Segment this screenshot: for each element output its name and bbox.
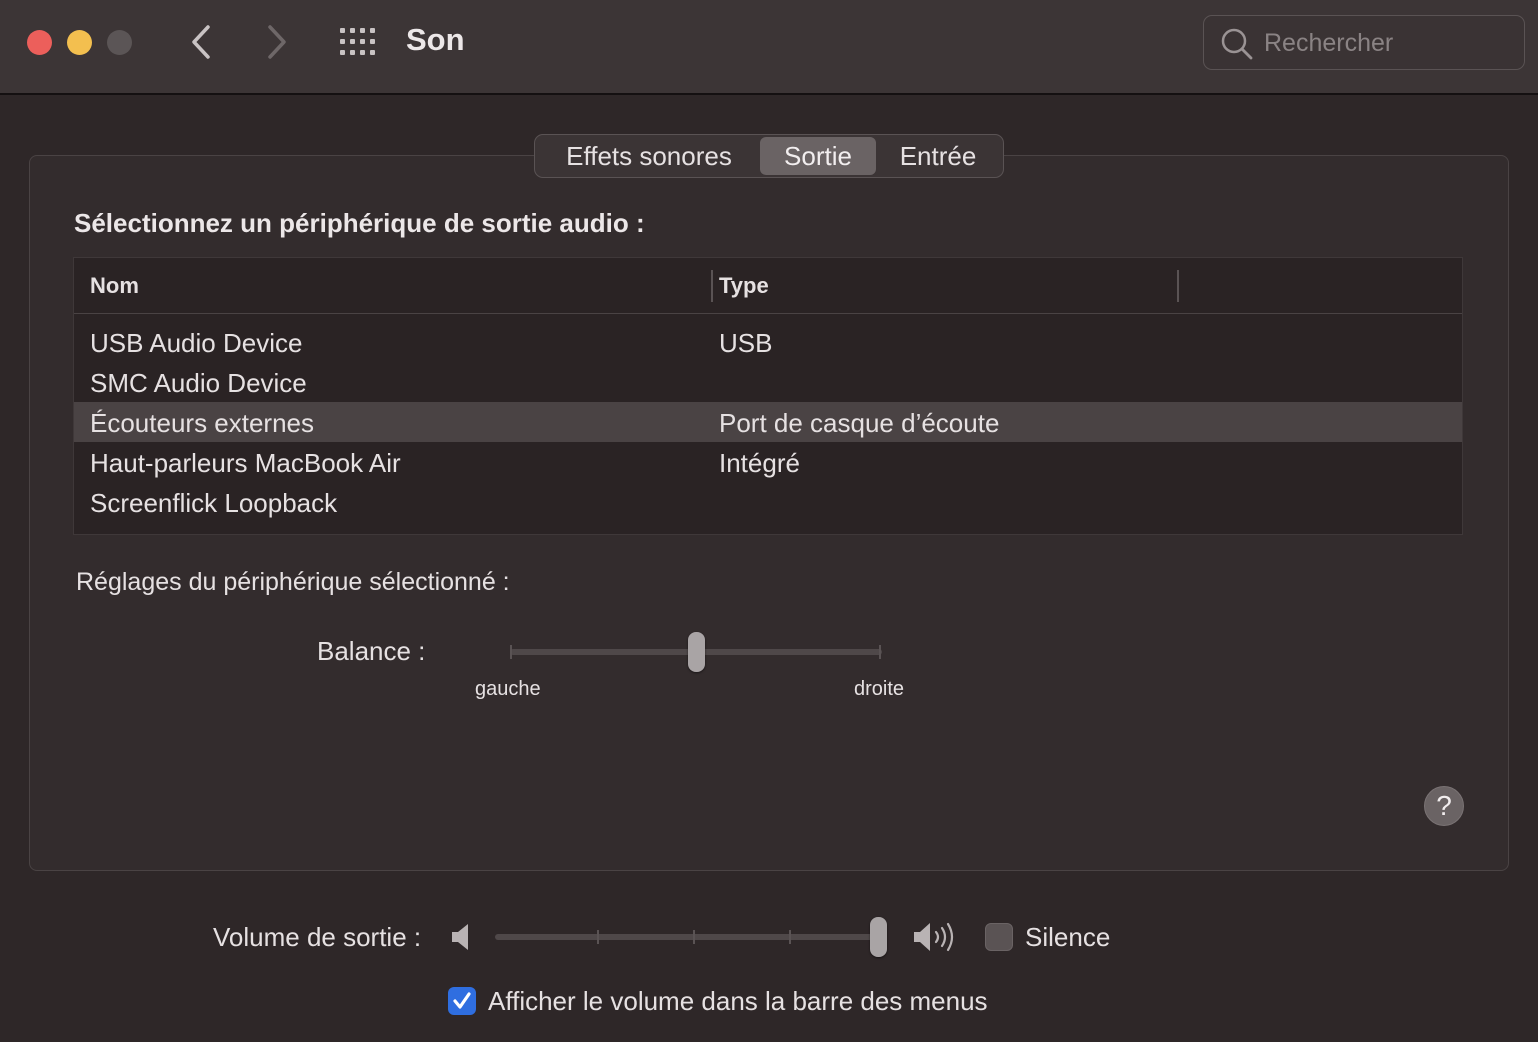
checkmark-icon bbox=[453, 992, 471, 1009]
slider-tick bbox=[597, 930, 599, 944]
balance-slider-knob[interactable] bbox=[687, 632, 705, 672]
grid-icon bbox=[340, 28, 375, 55]
speaker-high-icon bbox=[914, 922, 954, 952]
balance-left-label: gauche bbox=[475, 678, 541, 700]
device-name: USB Audio Device bbox=[90, 328, 303, 358]
window-title: Son bbox=[406, 22, 465, 57]
search-input[interactable] bbox=[1264, 24, 1514, 62]
help-button[interactable]: ? bbox=[1424, 786, 1464, 826]
table-row[interactable]: Haut-parleurs MacBook Air Intégré bbox=[74, 442, 1462, 482]
chevron-left-icon bbox=[192, 25, 210, 59]
device-name: Écouteurs externes bbox=[90, 408, 315, 438]
device-type: Port de casque d’écoute bbox=[719, 408, 1000, 438]
chevron-right-icon bbox=[268, 25, 286, 59]
column-header-type[interactable]: Type bbox=[719, 273, 769, 299]
table-row-selected[interactable]: Écouteurs externes Port de casque d’écou… bbox=[74, 402, 1462, 442]
table-row[interactable]: Screenflick Loopback bbox=[74, 482, 1462, 522]
device-type: USB bbox=[719, 328, 773, 358]
balance-label: Balance : bbox=[317, 636, 426, 666]
slider-tick bbox=[510, 645, 512, 659]
search-field[interactable] bbox=[1203, 15, 1525, 70]
device-name: Haut-parleurs MacBook Air bbox=[90, 448, 401, 478]
show-volume-in-menu-bar-label[interactable]: Afficher le volume dans la barre des men… bbox=[488, 986, 988, 1017]
tab-output[interactable]: Sortie bbox=[760, 137, 876, 175]
show-volume-in-menu-bar-checkbox[interactable] bbox=[448, 987, 476, 1015]
minimize-button[interactable] bbox=[67, 30, 92, 55]
tab-bar: Effets sonores Sortie Entrée bbox=[534, 134, 1004, 178]
output-volume-label: Volume de sortie : bbox=[213, 922, 422, 952]
balance-right-label: droite bbox=[854, 678, 905, 700]
tab-input[interactable]: Entrée bbox=[876, 137, 1000, 175]
column-header-name[interactable]: Nom bbox=[90, 273, 139, 299]
mute-label[interactable]: Silence bbox=[1025, 922, 1110, 953]
device-name: SMC Audio Device bbox=[90, 368, 307, 398]
output-device-table[interactable]: Nom Type USB Audio Device USB SMC Audio … bbox=[73, 257, 1463, 535]
table-header: Nom Type bbox=[74, 258, 1462, 314]
slider-tick bbox=[693, 930, 695, 944]
output-section-title: Sélectionnez un périphérique de sortie a… bbox=[74, 208, 645, 238]
zoom-button bbox=[107, 30, 132, 55]
column-divider[interactable] bbox=[711, 270, 713, 302]
output-volume-knob[interactable] bbox=[870, 917, 887, 957]
tab-sound-effects[interactable]: Effets sonores bbox=[538, 137, 760, 175]
table-row[interactable]: USB Audio Device USB bbox=[74, 322, 1462, 362]
speaker-low-icon bbox=[452, 924, 468, 950]
mute-checkbox[interactable] bbox=[985, 923, 1013, 951]
device-name: Screenflick Loopback bbox=[90, 488, 338, 518]
table-row[interactable]: SMC Audio Device bbox=[74, 362, 1462, 402]
close-button[interactable] bbox=[27, 30, 52, 55]
forward-button[interactable] bbox=[256, 22, 296, 62]
show-all-button[interactable] bbox=[338, 24, 378, 60]
column-divider[interactable] bbox=[1177, 270, 1179, 302]
slider-tick bbox=[879, 645, 881, 659]
back-button[interactable] bbox=[182, 22, 222, 62]
device-settings-title: Réglages du périphérique sélectionné : bbox=[76, 568, 510, 596]
search-icon bbox=[1221, 28, 1253, 60]
title-bar: Son bbox=[0, 0, 1538, 95]
device-type: Intégré bbox=[719, 448, 800, 478]
slider-tick bbox=[789, 930, 791, 944]
output-volume-slider[interactable] bbox=[495, 934, 887, 940]
